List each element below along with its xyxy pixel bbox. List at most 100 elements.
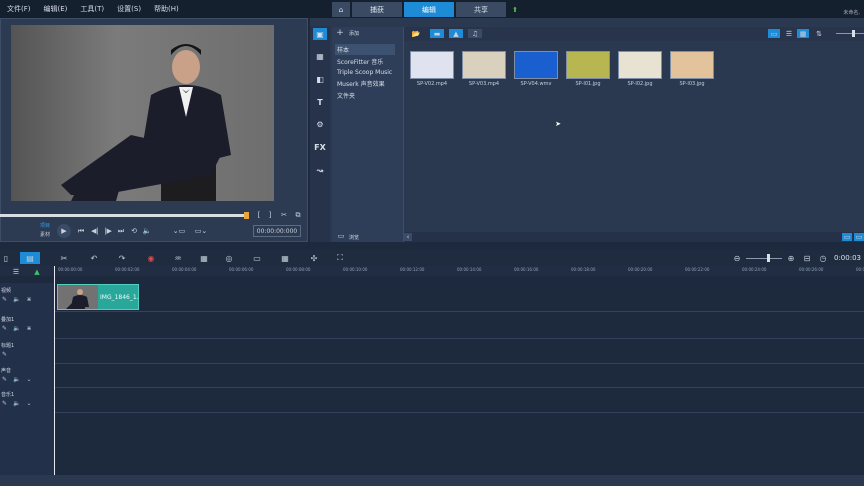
fx-icon[interactable]: FX bbox=[313, 141, 327, 153]
aspect-dropdown[interactable]: ▭⌄ bbox=[193, 225, 209, 237]
motion-tracking-icon[interactable]: ◎ bbox=[223, 252, 235, 264]
browse-icon[interactable]: ▭ bbox=[336, 232, 346, 240]
upload-arrow-icon[interactable]: ⬆ bbox=[508, 2, 522, 17]
title-icon[interactable]: T bbox=[313, 96, 327, 108]
track-options-icon[interactable]: ⋇ bbox=[27, 325, 32, 332]
redo-icon[interactable]: ↷ bbox=[116, 252, 128, 264]
mute-icon[interactable]: 🔈 bbox=[13, 400, 20, 407]
resolution-dropdown[interactable]: ⌄▭ bbox=[169, 225, 189, 237]
project-mode-label[interactable]: 项目 bbox=[40, 222, 50, 229]
folder-item-sample[interactable]: 样本 bbox=[335, 44, 395, 55]
timeline-horizontal-scrollbar[interactable] bbox=[0, 475, 864, 486]
thumbnail-view-icon[interactable]: ▦ bbox=[797, 29, 809, 38]
show-audio-icon[interactable]: ♫ bbox=[468, 29, 482, 38]
mask-creator-icon[interactable]: ⛶ bbox=[334, 252, 346, 264]
edit-icon[interactable]: ✎ bbox=[2, 325, 7, 332]
skip-end-icon[interactable]: ⏭ bbox=[116, 225, 126, 237]
timeline-timecode[interactable]: 0:00:03 bbox=[834, 254, 861, 262]
mark-out-icon[interactable]: ] bbox=[266, 210, 274, 220]
enlarge-icon[interactable]: ⧉ bbox=[293, 210, 303, 220]
home-tab[interactable]: ⌂ bbox=[332, 2, 350, 17]
tab-capture[interactable]: 捕获 bbox=[352, 2, 402, 17]
media-thumbnail[interactable] bbox=[462, 51, 506, 79]
path-icon[interactable]: ↝ bbox=[313, 164, 327, 176]
show-photo-icon[interactable]: ▲ bbox=[449, 29, 463, 38]
menu-edit[interactable]: 编辑(E) bbox=[44, 4, 68, 14]
instant-project-icon[interactable]: ▦ bbox=[313, 50, 327, 62]
folder-item-muserk[interactable]: Muserk 声音效果 bbox=[335, 78, 385, 89]
toolbox-icon[interactable]: ✂ bbox=[58, 252, 70, 264]
zoom-out-icon[interactable]: ⊖ bbox=[731, 252, 743, 264]
clip-mode-label[interactable]: 素材 bbox=[40, 231, 50, 238]
auto-music-icon[interactable]: ▦ bbox=[198, 252, 210, 264]
folder-item-triple-scoop[interactable]: Triple Scoop Music bbox=[335, 67, 392, 78]
edit-icon[interactable]: ✎ bbox=[2, 400, 7, 407]
track-options-icon[interactable]: ⋇ bbox=[27, 296, 32, 303]
subtitle-editor-icon[interactable]: ▭ bbox=[251, 252, 263, 264]
list-view-icon[interactable]: ▭ bbox=[768, 29, 780, 38]
preview-window[interactable] bbox=[11, 25, 274, 201]
undo-icon[interactable]: ↶ bbox=[88, 252, 100, 264]
expand-icon[interactable]: ⌄ bbox=[27, 400, 32, 407]
step-forward-icon[interactable]: |▶ bbox=[103, 225, 113, 237]
sort-icon[interactable]: ⇅ bbox=[814, 29, 824, 38]
edit-icon[interactable]: ✎ bbox=[2, 296, 7, 303]
tab-edit[interactable]: 编辑 bbox=[404, 2, 454, 17]
multi-camera-icon[interactable]: ▦ bbox=[279, 252, 291, 264]
browse-button[interactable]: 浏览 bbox=[349, 234, 359, 241]
zoom-slider-handle[interactable] bbox=[767, 254, 770, 262]
graphic-icon[interactable]: ⚙ bbox=[313, 118, 327, 130]
add-folder-button[interactable]: 添加 bbox=[349, 30, 359, 37]
repeat-icon[interactable]: ⟲ bbox=[129, 225, 139, 237]
transition-icon[interactable]: ◧ bbox=[313, 73, 327, 85]
volume-icon[interactable]: 🔈 bbox=[142, 225, 152, 237]
split-clip-icon[interactable]: ✂ bbox=[279, 210, 289, 220]
menu-help[interactable]: 帮助(H) bbox=[154, 4, 179, 14]
library-view-toggle-2[interactable]: ▭ bbox=[854, 233, 864, 241]
player-timecode[interactable]: 00:00:00:000 bbox=[253, 225, 301, 237]
library-view-toggle-1[interactable]: ▭ bbox=[842, 233, 852, 241]
fit-project-icon[interactable]: ⊟ bbox=[801, 252, 813, 264]
details-view-icon[interactable]: ☰ bbox=[783, 29, 795, 38]
mute-icon[interactable]: 🔈 bbox=[13, 376, 20, 383]
menu-file[interactable]: 文件(F) bbox=[7, 4, 31, 14]
time-remapping-icon[interactable]: ✣ bbox=[308, 252, 320, 264]
media-thumbnail[interactable] bbox=[618, 51, 662, 79]
mute-icon[interactable]: 🔈 bbox=[13, 296, 20, 303]
expand-icon[interactable]: ⌄ bbox=[27, 376, 32, 383]
scrubber-bar[interactable] bbox=[0, 214, 248, 217]
media-thumbnail[interactable] bbox=[670, 51, 714, 79]
menu-tools[interactable]: 工具(T) bbox=[80, 4, 104, 14]
show-video-icon[interactable]: ▬ bbox=[430, 29, 444, 38]
zoom-slider[interactable] bbox=[746, 258, 782, 259]
storyboard-view-icon[interactable]: ▯ bbox=[0, 252, 12, 264]
play-button[interactable]: ▶ bbox=[57, 224, 71, 238]
import-folder-icon[interactable]: 📂 bbox=[410, 28, 422, 39]
thumbnail-size-handle[interactable] bbox=[852, 30, 855, 37]
add-marker-icon[interactable]: ▲ bbox=[32, 268, 42, 276]
sound-mixer-icon[interactable]: ♒ bbox=[172, 252, 184, 264]
skip-start-icon[interactable]: ⏮ bbox=[76, 225, 86, 237]
menu-settings[interactable]: 设置(S) bbox=[117, 4, 141, 14]
media-thumbnail[interactable] bbox=[514, 51, 558, 79]
timeline-view-icon[interactable]: ▤ bbox=[20, 252, 40, 264]
add-icon[interactable]: + bbox=[336, 28, 344, 38]
step-back-icon[interactable]: ◀| bbox=[90, 225, 100, 237]
folder-item-folder[interactable]: 文件夹 bbox=[335, 90, 355, 101]
mark-in-icon[interactable]: [ bbox=[255, 210, 263, 220]
scrubber-handle[interactable] bbox=[244, 212, 249, 219]
media-thumbnail[interactable] bbox=[566, 51, 610, 79]
track-manager-icon[interactable]: ☰ bbox=[12, 268, 20, 276]
folder-item-scorefitter[interactable]: ScoreFitter 音乐 bbox=[335, 56, 383, 67]
media-icon[interactable]: ▣ bbox=[313, 28, 327, 40]
edit-icon[interactable]: ✎ bbox=[2, 351, 7, 358]
mute-icon[interactable]: 🔈 bbox=[13, 325, 20, 332]
edit-icon[interactable]: ✎ bbox=[2, 376, 7, 383]
zoom-in-icon[interactable]: ⊕ bbox=[785, 252, 797, 264]
tab-share[interactable]: 共享 bbox=[456, 2, 506, 17]
record-capture-icon[interactable]: ◉ bbox=[145, 252, 157, 264]
collapse-left-icon[interactable]: ‹ bbox=[404, 233, 412, 241]
thumbnail-size-slider[interactable] bbox=[836, 33, 864, 34]
video-clip[interactable]: IMG_1846_1. bbox=[57, 284, 139, 310]
playhead[interactable] bbox=[54, 266, 55, 475]
